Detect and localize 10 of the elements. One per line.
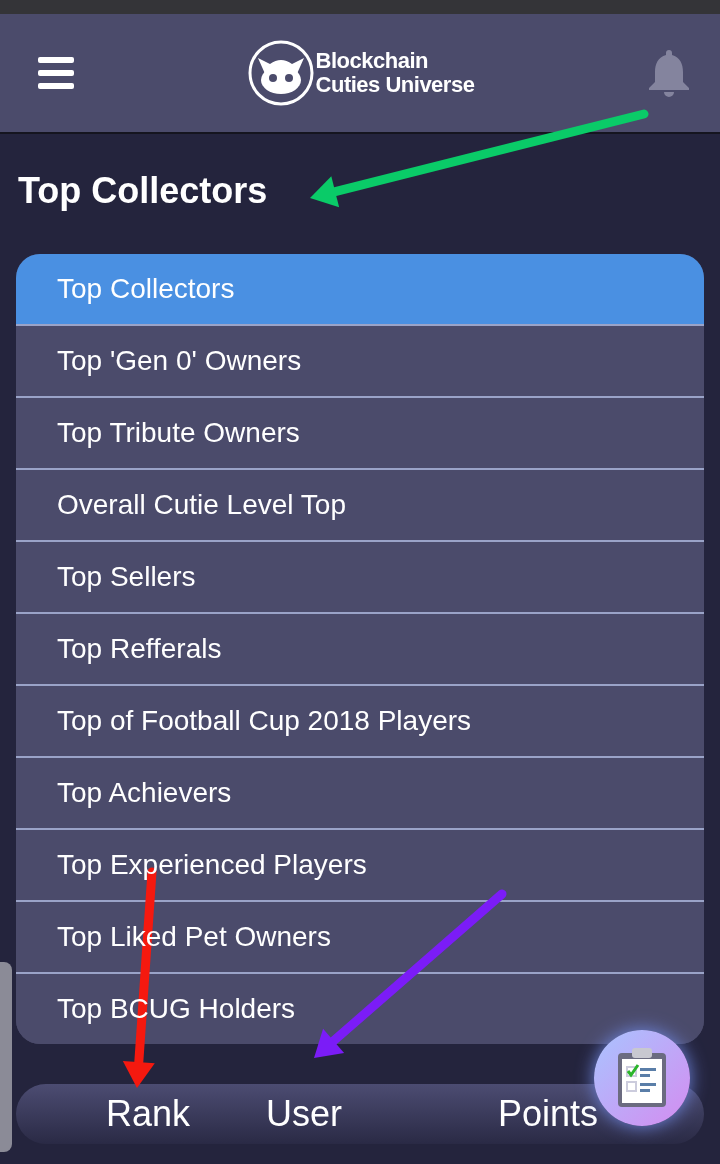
side-handle[interactable] [0, 962, 12, 1152]
column-header: Rank [106, 1093, 192, 1135]
logo-text: Cuties Universe [315, 73, 475, 97]
menu-icon[interactable] [38, 57, 74, 89]
page-title: Top Collectors [17, 169, 269, 213]
cat-logo-icon [247, 38, 314, 108]
logo-text: Blockchain [315, 49, 429, 73]
column-header: Points [498, 1093, 600, 1135]
column-header: User [266, 1093, 343, 1135]
clipboard-icon [616, 1047, 668, 1109]
